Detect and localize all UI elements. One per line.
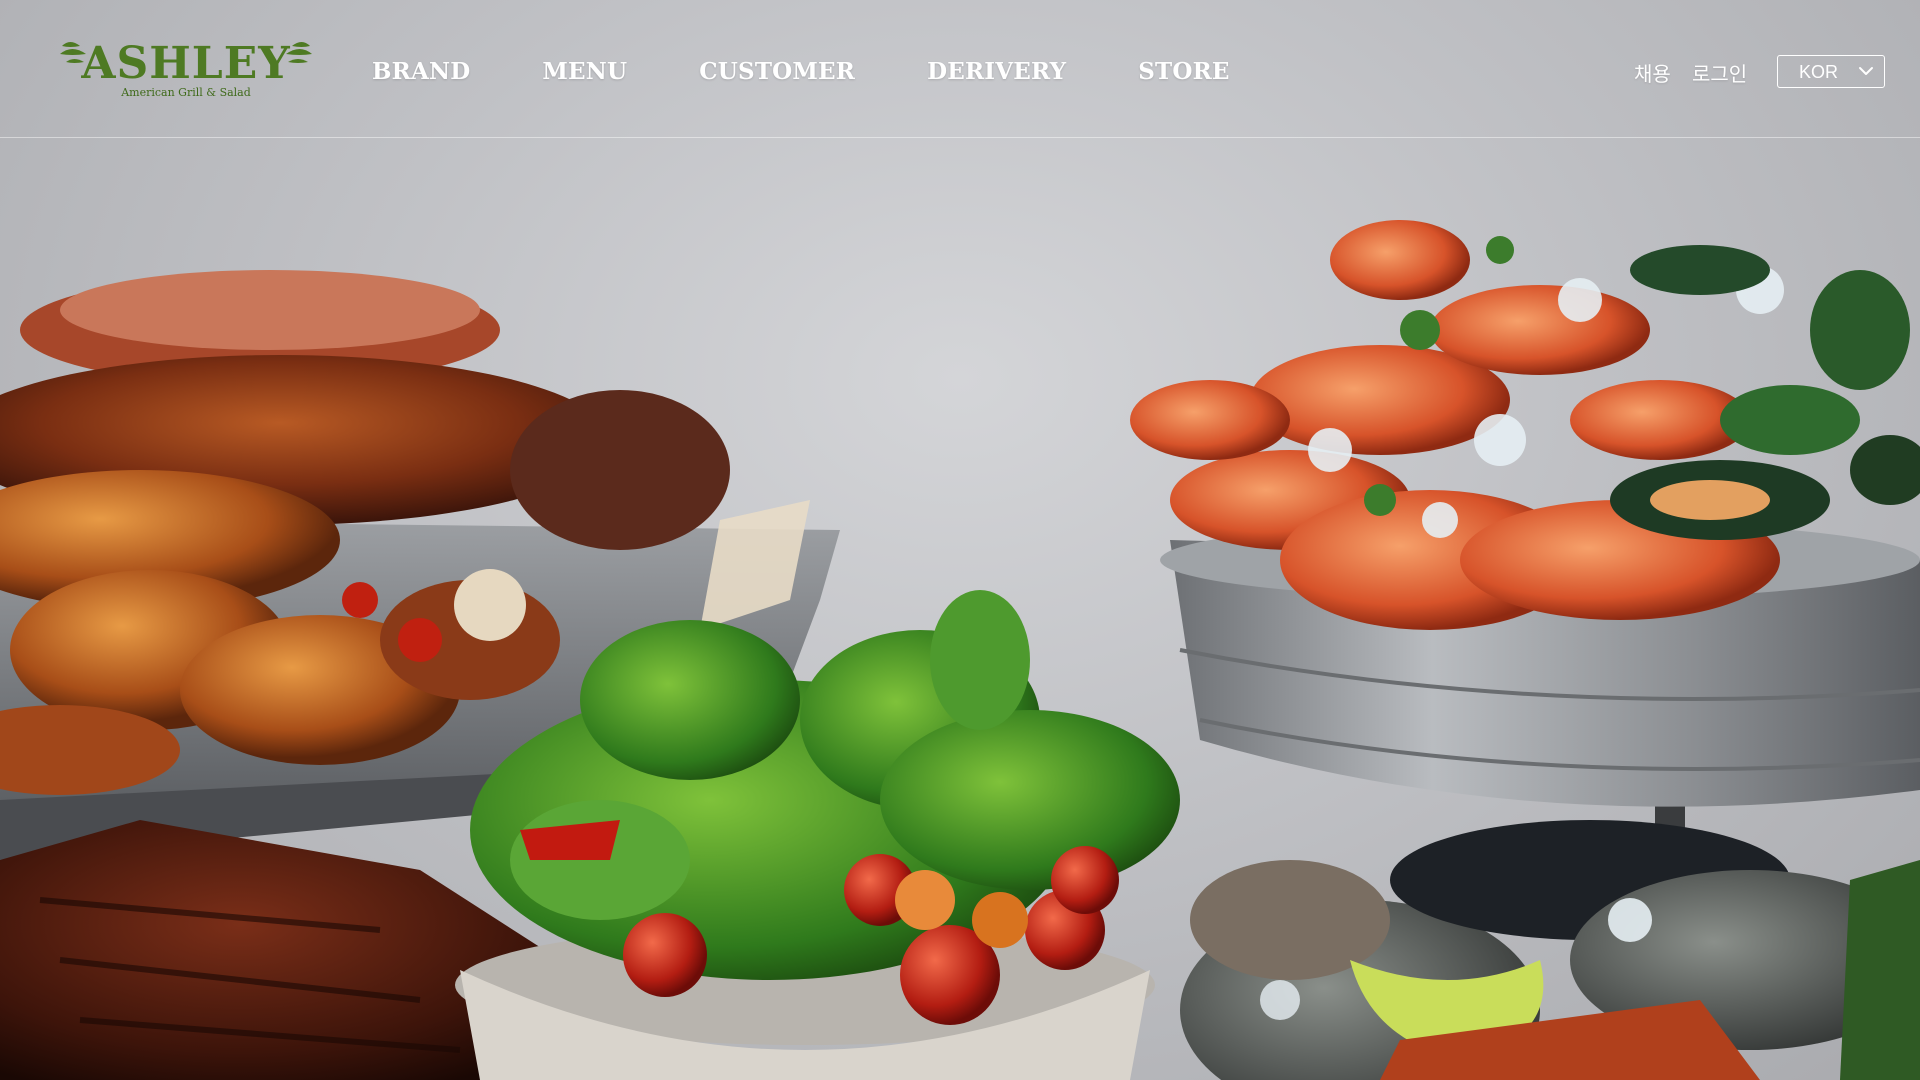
hero-food-image [0,220,1920,1080]
logo-wordmark: ASHLEY [80,38,290,89]
ashley-logo[interactable]: ASHLEY American Grill & Salad [58,36,314,102]
page: ASHLEY American Grill & Salad BRAND MENU… [0,0,1920,1080]
language-selected-value: KOR [1799,62,1839,82]
main-nav: BRAND MENU CUSTOMER DERIVERY STORE [372,58,1230,85]
site-header: ASHLEY American Grill & Salad BRAND MENU… [0,0,1920,138]
nav-item-brand[interactable]: BRAND [372,58,470,85]
recruit-link[interactable]: 채용 [1634,58,1671,87]
nav-item-store[interactable]: STORE [1138,58,1229,85]
nav-item-customer[interactable]: CUSTOMER [699,58,855,85]
nav-item-menu[interactable]: MENU [542,58,627,85]
login-link[interactable]: 로그인 [1692,58,1747,87]
chevron-down-icon [1859,67,1873,75]
logo-graphic: ASHLEY American Grill & Salad [60,38,312,99]
logo-tagline: American Grill & Salad [120,86,251,99]
nav-item-derivery[interactable]: DERIVERY [927,58,1066,85]
language-select[interactable]: KOR [1777,55,1885,88]
